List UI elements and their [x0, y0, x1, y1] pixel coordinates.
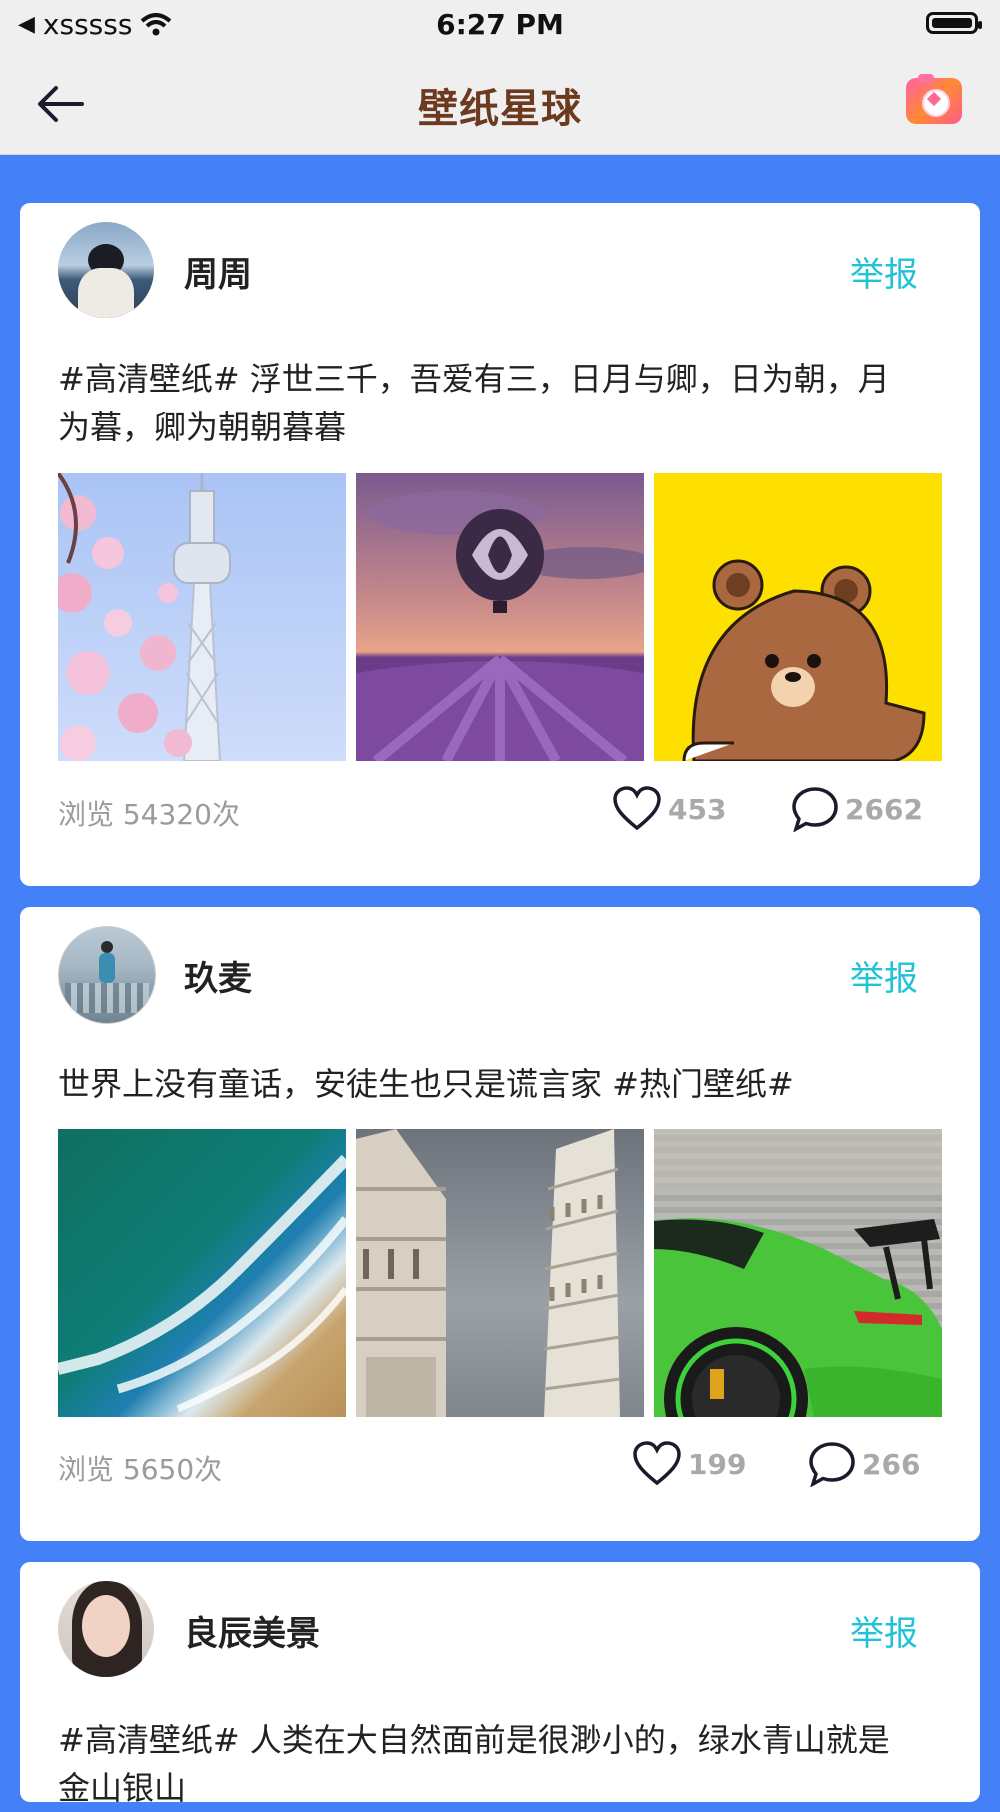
pisa-illustration — [356, 1129, 621, 1417]
post-text-line: #高清壁纸# 浮世三千，吾爱有三，日月与卿，日为朝，月 — [58, 360, 890, 398]
post-card: 玖麦 举报 世界上没有童话，安徒生也只是谎言家 #热门壁纸# 浏览 5650次 … — [20, 907, 980, 1541]
avatar[interactable] — [58, 222, 154, 318]
heart-icon — [633, 1441, 681, 1486]
like-count: 453 — [668, 792, 727, 826]
comment-bubble-icon — [792, 787, 838, 832]
avatar[interactable] — [58, 926, 156, 1024]
report-button[interactable]: 举报 — [850, 247, 918, 296]
heart-icon — [613, 786, 661, 831]
post-image-bear[interactable] — [654, 473, 942, 761]
status-time: 6:27 PM — [436, 8, 564, 41]
comment-button[interactable]: 266 — [808, 1441, 920, 1487]
username[interactable]: 良辰美景 — [184, 1606, 320, 1655]
post-text: 世界上没有童话，安徒生也只是谎言家 #热门壁纸# — [58, 1060, 928, 1108]
comment-bubble-icon — [809, 1442, 855, 1487]
avatar[interactable] — [58, 1581, 154, 1677]
like-button[interactable]: 453 — [612, 786, 726, 832]
image-grid — [58, 473, 942, 761]
view-count: 浏览 5650次 — [58, 1453, 223, 1486]
wave-illustration — [58, 1154, 346, 1413]
post-text-line: 为暮，卿为朝朝暮暮 — [58, 408, 347, 446]
balloon-illustration — [356, 491, 644, 761]
image-grid — [58, 1129, 942, 1417]
comment-count: 2662 — [845, 792, 923, 826]
post-image-balloon[interactable] — [356, 473, 644, 761]
view-count: 浏览 54320次 — [58, 798, 240, 831]
status-bar: ◀ xsssss 6:27 PM — [0, 0, 1000, 52]
report-button[interactable]: 举报 — [850, 1606, 918, 1655]
post-text: #高清壁纸# 浮世三千，吾爱有三，日月与卿，日为朝，月 为暮，卿为朝朝暮暮 — [58, 355, 928, 451]
report-button[interactable]: 举报 — [850, 951, 918, 1000]
page-title: 壁纸星球 — [418, 86, 582, 132]
post-card: 良辰美景 举报 #高清壁纸# 人类在大自然面前是很渺小的，绿水青山就是 金山银山 — [20, 1562, 980, 1807]
post-text: #高清壁纸# 人类在大自然面前是很渺小的，绿水青山就是 金山银山 — [58, 1716, 928, 1812]
tower-illustration — [58, 473, 231, 761]
like-button[interactable]: 199 — [632, 1441, 746, 1487]
car-illustration — [654, 1129, 942, 1417]
like-count: 199 — [688, 1447, 747, 1481]
nav-bar: 壁纸星球 — [0, 52, 1000, 155]
post-image-ocean[interactable] — [58, 1129, 346, 1417]
battery-icon — [926, 12, 982, 34]
post-text-line: 世界上没有童话，安徒生也只是谎言家 #热门壁纸# — [58, 1065, 794, 1103]
comment-count: 266 — [862, 1447, 921, 1481]
post-text-line: 金山银山 — [58, 1769, 187, 1807]
username[interactable]: 玖麦 — [184, 951, 252, 1000]
post-image-pisa[interactable] — [356, 1129, 644, 1417]
bear-illustration — [682, 559, 926, 761]
camera-upload-button[interactable] — [906, 74, 962, 124]
username[interactable]: 周周 — [184, 247, 252, 296]
post-card: 周周 举报 #高清壁纸# 浮世三千，吾爱有三，日月与卿，日为朝，月 为暮，卿为朝… — [20, 203, 980, 886]
post-image-car[interactable] — [654, 1129, 942, 1417]
post-text-line: #高清壁纸# 人类在大自然面前是很渺小的，绿水青山就是 — [58, 1721, 890, 1759]
comment-button[interactable]: 2662 — [791, 786, 923, 832]
post-image-tower[interactable] — [58, 473, 346, 761]
